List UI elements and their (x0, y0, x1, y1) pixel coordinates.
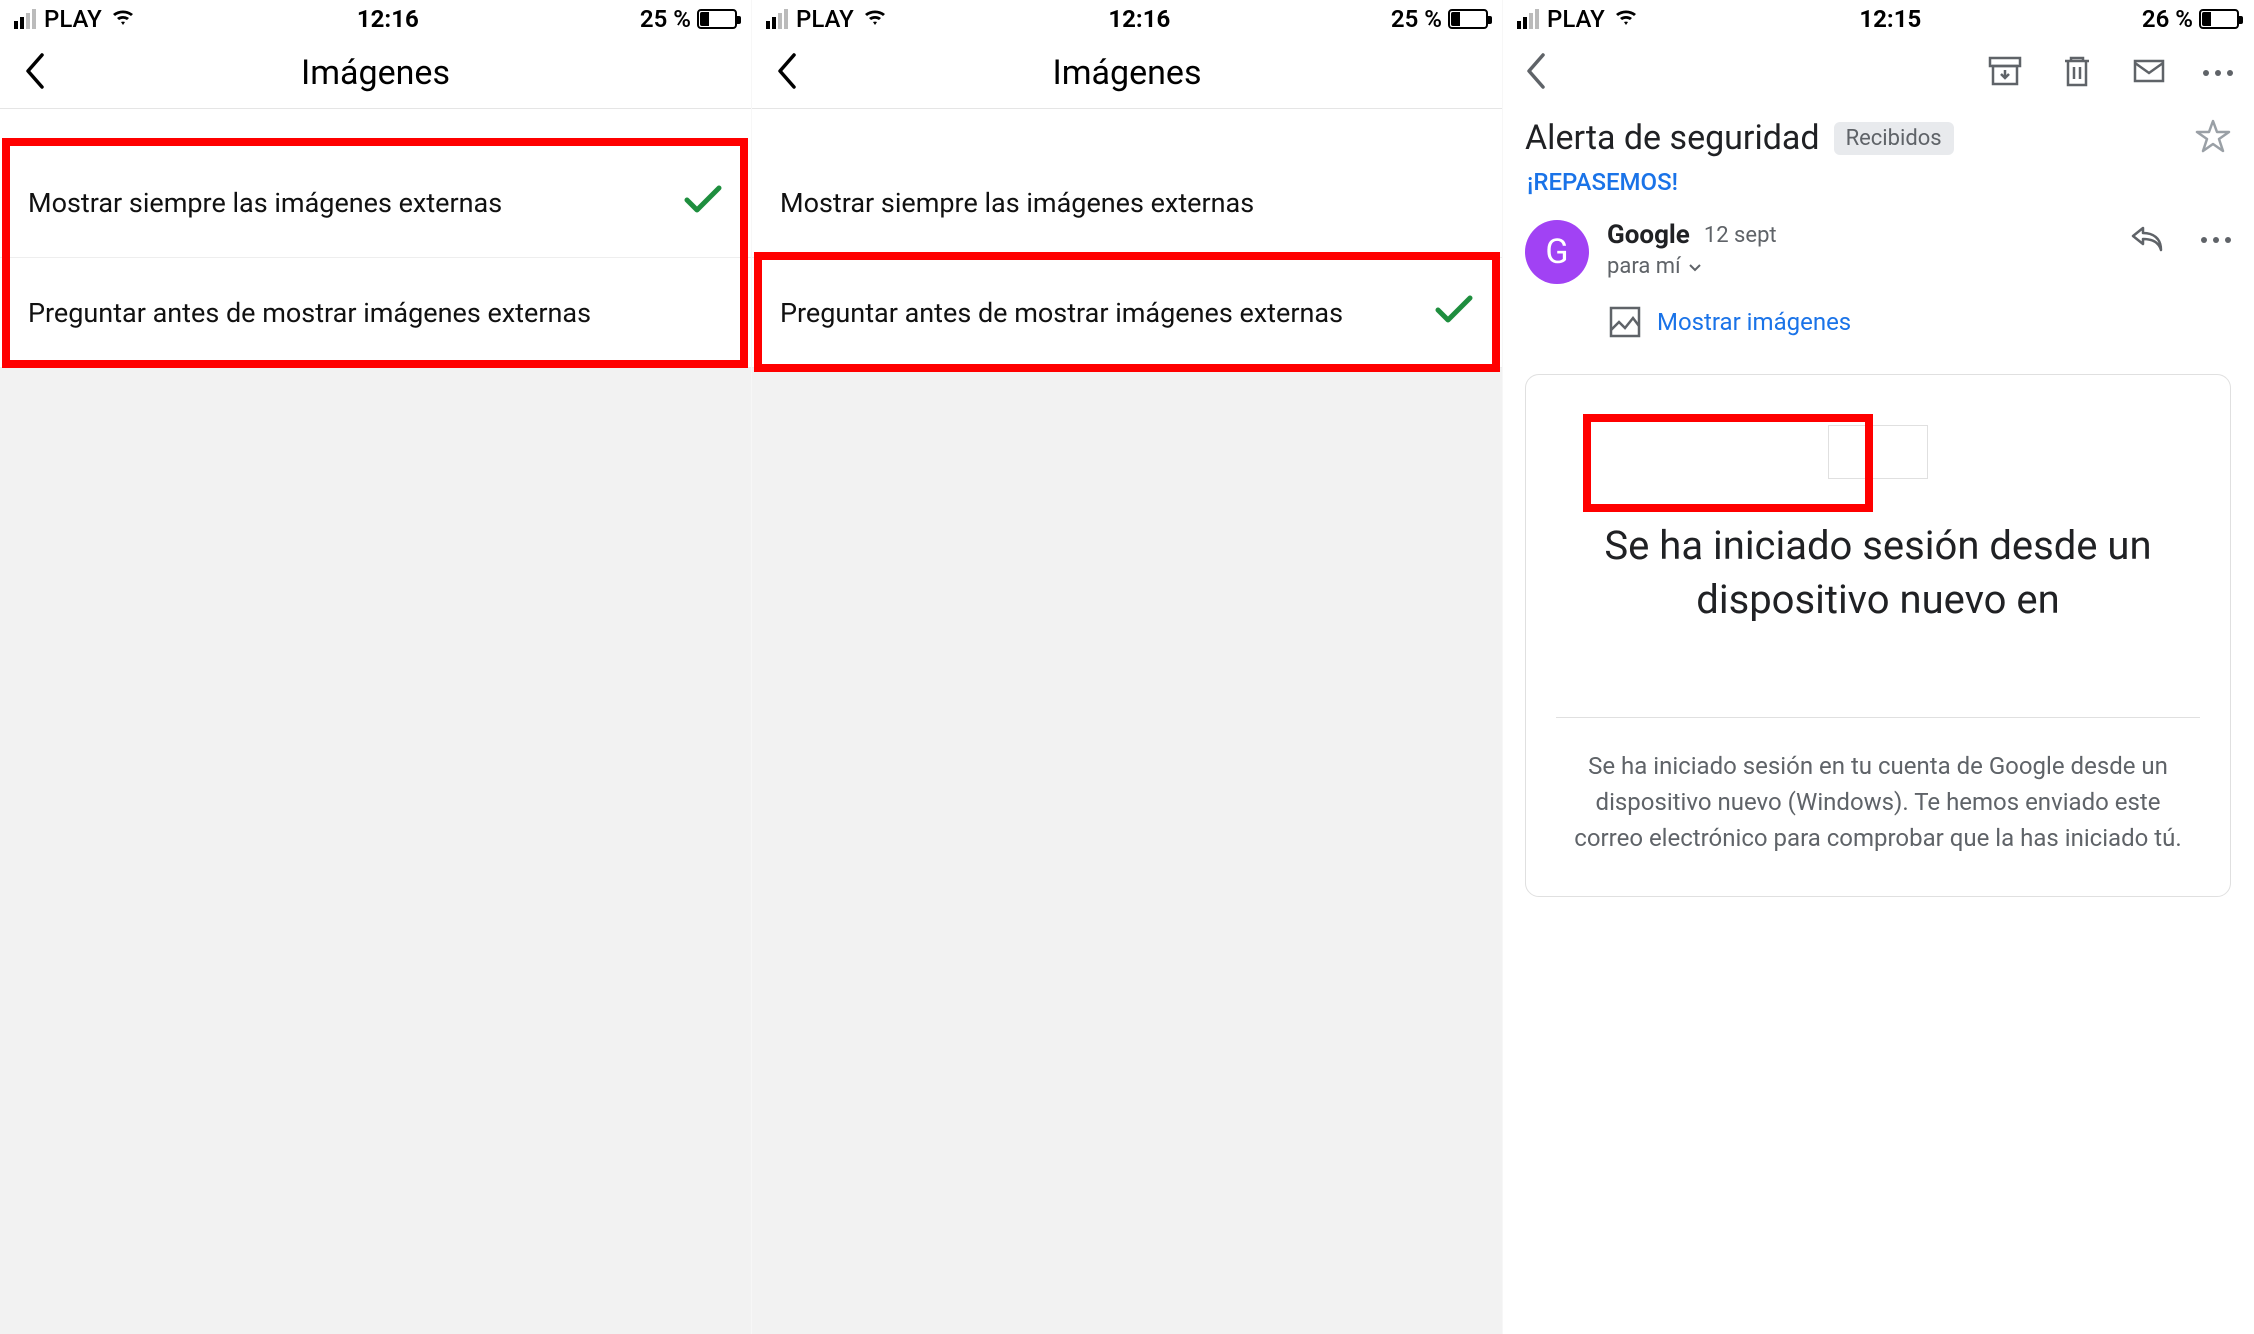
option-ask-before[interactable]: Preguntar antes de mostrar imágenes exte… (752, 258, 1502, 368)
recipient-dropdown[interactable]: para mí (1607, 254, 2111, 279)
mail-icon[interactable] (2131, 53, 2167, 93)
screen-gmail-message: PLAY 12:15 26 % (1502, 0, 2253, 1334)
status-bar: PLAY 12:16 25 % (752, 0, 1502, 38)
trash-icon[interactable] (2059, 53, 2095, 93)
recipient-label: para mí (1607, 254, 1681, 279)
back-button[interactable] (1523, 53, 1549, 93)
back-button[interactable] (22, 53, 48, 93)
battery-percent: 26 % (2142, 5, 2193, 33)
check-icon (683, 184, 723, 221)
option-always-show[interactable]: Mostrar siempre las imágenes externas (752, 148, 1502, 258)
check-icon (1434, 294, 1474, 331)
header-divider (0, 108, 751, 109)
option-label: Preguntar antes de mostrar imágenes exte… (780, 297, 1343, 329)
more-icon[interactable] (2201, 237, 2231, 243)
header-divider (752, 108, 1502, 109)
screen-settings-option-a: PLAY 12:16 25 % Imágenes Mostrar siempre… (0, 0, 751, 1334)
back-button[interactable] (774, 53, 800, 93)
subject-row: Alerta de seguridad Recibidos (1503, 108, 2253, 158)
email-paragraph: Se ha iniciado sesión en tu cuenta de Go… (1556, 748, 2200, 856)
show-images-button[interactable]: Mostrar imágenes (1607, 294, 2253, 354)
status-bar: PLAY 12:15 26 % (1503, 0, 2253, 38)
sender-name: Google (1607, 220, 1690, 250)
email-heading: Se ha iniciado sesión desde un dispositi… (1556, 519, 2200, 627)
option-label: Preguntar antes de mostrar imágenes exte… (28, 297, 591, 329)
status-time: 12:16 (1108, 5, 1170, 33)
cellular-signal-icon (14, 9, 36, 29)
star-icon[interactable] (2195, 118, 2231, 158)
cellular-signal-icon (1517, 9, 1539, 29)
status-time: 12:15 (1859, 5, 1921, 33)
status-time: 12:16 (357, 5, 419, 33)
email-subject: Alerta de seguridad (1525, 118, 1820, 158)
page-title: Imágenes (1052, 53, 1201, 93)
battery-icon (2199, 9, 2239, 29)
top-link[interactable]: ¡REPASEMOS! (1527, 168, 1678, 196)
chevron-down-icon (1687, 259, 1703, 275)
screen-settings-option-b: PLAY 12:16 25 % Imágenes Mostrar siempre… (751, 0, 1502, 1334)
section-divider (1556, 717, 2200, 718)
wifi-icon (110, 5, 136, 33)
page-title: Imágenes (301, 53, 450, 93)
cellular-signal-icon (766, 9, 788, 29)
gmail-toolbar (1503, 38, 2253, 108)
battery-percent: 25 % (1391, 5, 1442, 33)
image-icon (1607, 304, 1643, 340)
status-bar: PLAY 12:16 25 % (0, 0, 751, 38)
battery-icon (697, 9, 737, 29)
battery-percent: 25 % (640, 5, 691, 33)
label-chip[interactable]: Recibidos (1834, 122, 1954, 155)
carrier-label: PLAY (44, 5, 102, 33)
settings-header: Imágenes (0, 38, 751, 108)
option-label: Mostrar siempre las imágenes externas (28, 187, 502, 219)
wifi-icon (862, 5, 888, 33)
battery-icon (1448, 9, 1488, 29)
avatar[interactable]: G (1525, 220, 1589, 284)
sender-row: G Google 12 sept para mí (1503, 214, 2253, 294)
reply-icon[interactable] (2129, 220, 2165, 260)
archive-icon[interactable] (1987, 53, 2023, 93)
option-always-show[interactable]: Mostrar siempre las imágenes externas (0, 148, 751, 258)
show-images-label: Mostrar imágenes (1657, 308, 1851, 336)
option-ask-before[interactable]: Preguntar antes de mostrar imágenes exte… (0, 258, 751, 368)
wifi-icon (1613, 5, 1639, 33)
sender-date: 12 sept (1704, 223, 1777, 248)
carrier-label: PLAY (796, 5, 854, 33)
email-body-card: Se ha iniciado sesión desde un dispositi… (1525, 374, 2231, 897)
option-label: Mostrar siempre las imágenes externas (780, 187, 1254, 219)
image-placeholder (1828, 425, 1928, 479)
more-icon[interactable] (2203, 70, 2233, 76)
settings-header: Imágenes (752, 38, 1502, 108)
carrier-label: PLAY (1547, 5, 1605, 33)
